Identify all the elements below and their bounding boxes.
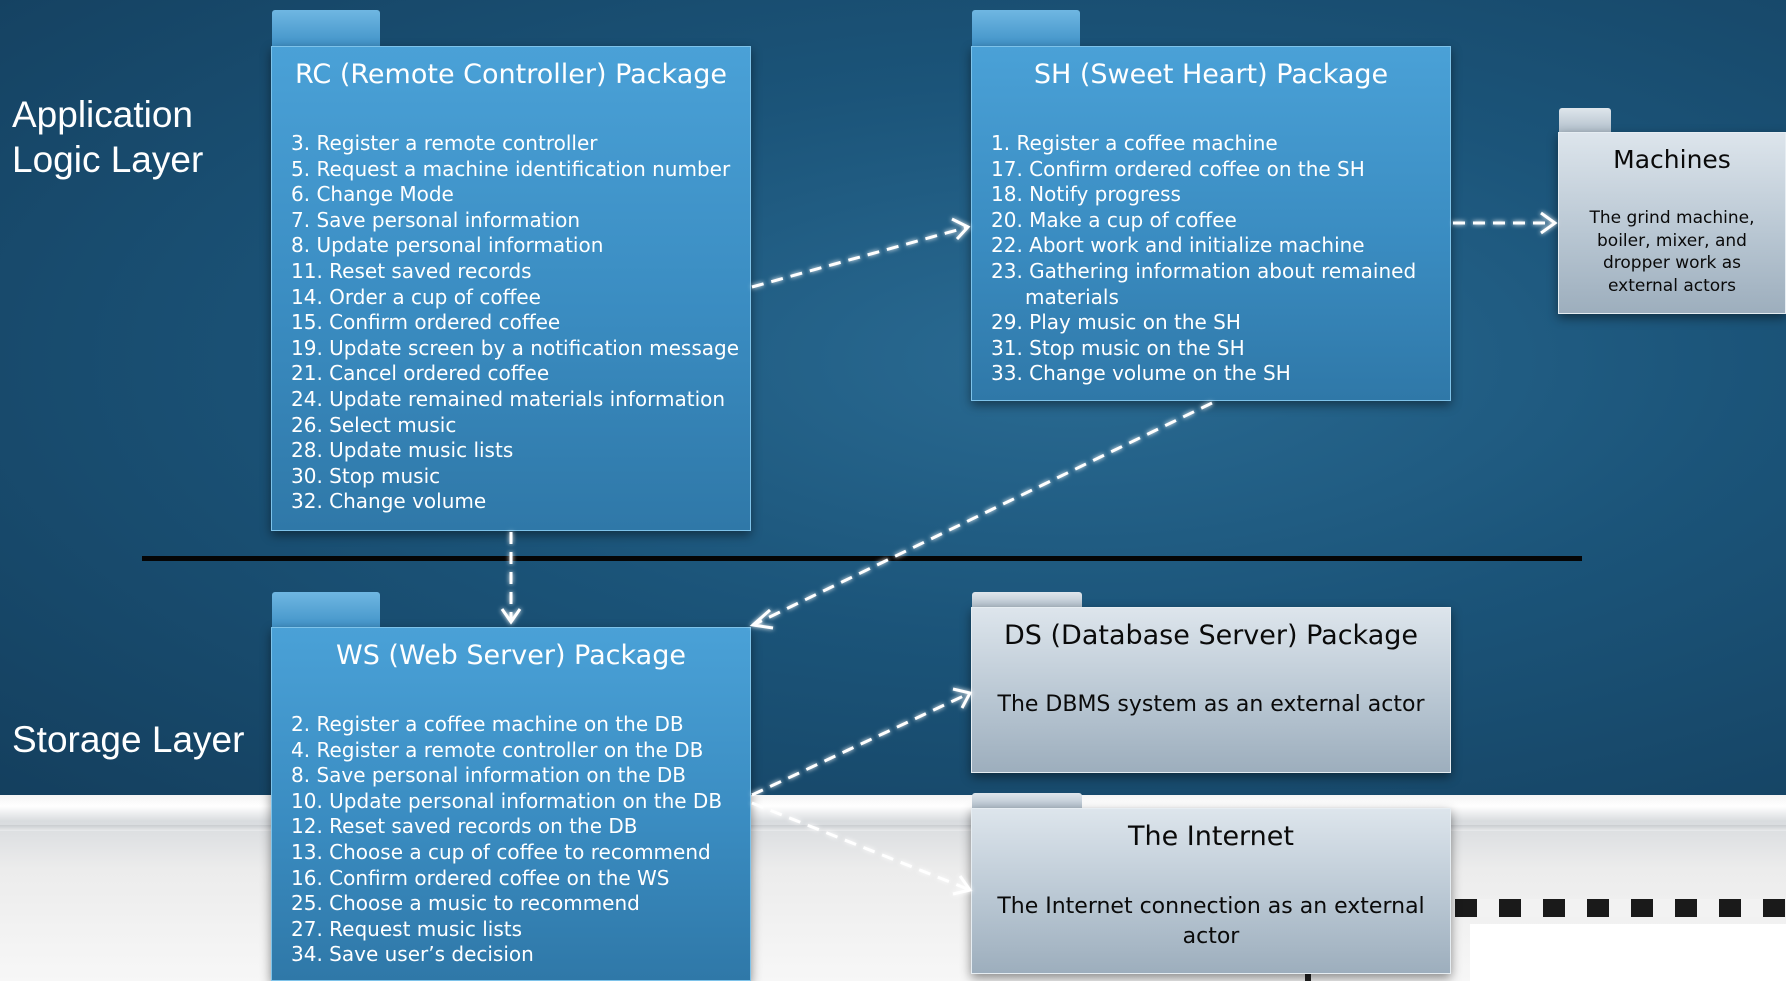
list-item: 4. Register a remote controller on the D… <box>291 737 704 762</box>
list-item: 16. Confirm ordered coffee on the WS <box>291 865 670 890</box>
list-item: 21. Cancel ordered coffee <box>291 361 550 386</box>
list-item: 24. Update remained materials informatio… <box>291 386 726 411</box>
list-item: 20. Make a cup of coffee <box>991 207 1237 232</box>
rc-package: RC (Remote Controller) Package 3. Regist… <box>271 46 751 531</box>
floor-edge <box>0 825 1786 831</box>
application-layer-label: Application Logic Layer <box>12 94 204 180</box>
list-item: 10. Update personal information on the D… <box>291 788 723 813</box>
ws-package-title: WS (Web Server) Package <box>336 640 686 671</box>
machines-package: Machines The grind machine, boiler, mixe… <box>1558 132 1786 314</box>
list-item: 22. Abort work and initialize machine <box>991 233 1365 258</box>
chalkboard-background <box>0 0 1786 800</box>
sh-package-tab <box>972 10 1080 48</box>
list-item: 6. Change Mode <box>291 182 454 207</box>
ds-package: DS (Database Server) Package The DBMS sy… <box>971 607 1451 773</box>
rc-package-tab <box>272 10 380 48</box>
list-item: 14. Order a cup of coffee <box>291 284 541 309</box>
layer-divider <box>142 556 1582 561</box>
list-item: 18. Notify progress <box>991 182 1181 207</box>
list-item: 13. Choose a cup of coffee to recommend <box>291 839 711 864</box>
internet-package-title: The Internet <box>1127 821 1294 852</box>
sh-package-list: 1. Register a coffee machine 17. Confirm… <box>991 131 1445 387</box>
sh-package-title: SH (Sweet Heart) Package <box>1033 59 1389 90</box>
list-item: 31. Stop music on the SH <box>991 335 1245 360</box>
rc-package-title: RC (Remote Controller) Package <box>295 59 727 90</box>
rc-package-list: 3. Register a remote controller 5. Reque… <box>291 131 739 515</box>
list-item: 5. Request a machine identification numb… <box>291 156 731 181</box>
storage-layer-label: Storage Layer <box>12 719 245 760</box>
list-item: 28. Update music lists <box>291 438 514 463</box>
list-item: 26. Select music <box>291 412 457 437</box>
ws-package-list: 2. Register a coffee machine on the DB 4… <box>291 712 722 968</box>
internet-package-description: The Internet connection as an external a… <box>997 894 1425 949</box>
machines-package-description: The grind machine, boiler, mixer, and dr… <box>1589 208 1755 296</box>
ds-package-description: The DBMS system as an external actor <box>997 692 1425 717</box>
list-item: 25. Choose a music to recommend <box>291 891 640 916</box>
list-item: 3. Register a remote controller <box>291 131 598 155</box>
list-item: 17. Confirm ordered coffee on the SH <box>991 156 1365 181</box>
list-item: 8. Update personal information <box>291 233 604 258</box>
list-item: 30. Stop music <box>291 463 441 488</box>
ws-package: WS (Web Server) Package 2. Register a co… <box>271 627 751 981</box>
machines-package-title: Machines <box>1613 145 1731 174</box>
list-item: 33. Change volume on the SH <box>991 361 1291 386</box>
sh-package: SH (Sweet Heart) Package 1. Register a c… <box>971 46 1451 401</box>
ws-package-tab <box>272 592 380 630</box>
list-item: 34. Save user’s decision <box>291 942 534 967</box>
list-item: 32. Change volume <box>291 489 487 514</box>
list-item: 1. Register a coffee machine <box>991 131 1278 155</box>
list-item: 12. Reset saved records on the DB <box>291 814 638 839</box>
decorative-panel <box>1470 924 1786 981</box>
list-item: 2. Register a coffee machine on the DB <box>291 712 684 736</box>
list-item: 19. Update screen by a notification mess… <box>291 335 740 360</box>
list-item: 8. Save personal information on the DB <box>291 763 686 788</box>
list-item: 27. Request music lists <box>291 916 523 941</box>
ds-package-title: DS (Database Server) Package <box>1003 620 1419 651</box>
list-item: 7. Save personal information <box>291 207 581 232</box>
list-item: 23. Gathering information about remained… <box>991 258 1417 309</box>
decorative-strip <box>1455 899 1786 917</box>
list-item: 29. Play music on the SH <box>991 310 1241 335</box>
list-item: 15. Confirm ordered coffee <box>291 310 561 335</box>
list-item: 11. Reset saved records <box>291 258 532 283</box>
internet-package: The Internet The Internet connection as … <box>971 808 1451 974</box>
